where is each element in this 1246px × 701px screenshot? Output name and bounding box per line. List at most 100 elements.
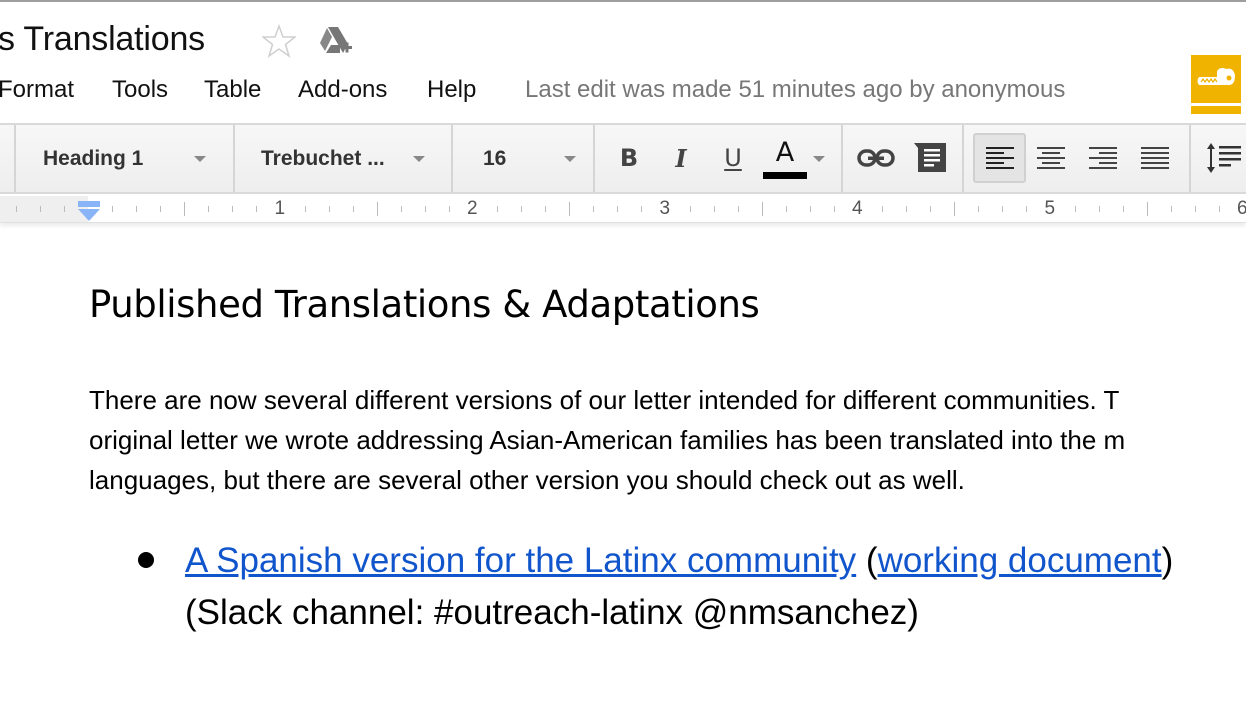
addon-icon-underline bbox=[1191, 106, 1241, 114]
line-spacing-icon bbox=[1207, 143, 1241, 173]
ruler-tick bbox=[954, 202, 956, 216]
ruler-tick bbox=[833, 206, 835, 212]
ruler-tick bbox=[809, 206, 811, 212]
align-left-button[interactable] bbox=[973, 133, 1026, 183]
ruler-tick bbox=[1026, 206, 1028, 212]
ruler-tick bbox=[39, 206, 41, 212]
ruler-tick bbox=[1218, 206, 1220, 212]
ruler-tick bbox=[689, 206, 691, 212]
first-line-indent-marker-icon[interactable] bbox=[77, 199, 101, 223]
ruler-tick bbox=[713, 206, 715, 212]
text-color-chevron-down-icon[interactable] bbox=[813, 156, 825, 162]
menu-help[interactable]: Help bbox=[427, 76, 476, 104]
last-edit-status[interactable]: Last edit was made 51 minutes ago by ano… bbox=[525, 76, 1065, 104]
ruler-tick bbox=[112, 206, 114, 212]
ruler-tick bbox=[521, 206, 523, 212]
ruler-tick bbox=[160, 206, 162, 212]
font-size-value: 16 bbox=[483, 146, 507, 170]
ruler-tick bbox=[136, 206, 138, 212]
bold-icon: B bbox=[619, 144, 639, 172]
crocodile-addon-icon[interactable] bbox=[1191, 55, 1241, 103]
ruler-tick bbox=[497, 206, 499, 212]
style-value: Heading 1 bbox=[43, 146, 144, 170]
list-item-slack-info: (Slack channel: #outreach-latinx @nmsanc… bbox=[185, 593, 919, 632]
font-dropdown[interactable]: Trebuchet ... bbox=[235, 125, 451, 192]
ruler-tick bbox=[1002, 206, 1004, 212]
list-item: A Spanish version for the Latinx communi… bbox=[185, 541, 1173, 581]
menu-format[interactable]: Format bbox=[0, 76, 74, 104]
ruler-tick bbox=[641, 206, 643, 212]
ruler-tick bbox=[1122, 206, 1124, 212]
link-icon bbox=[857, 149, 895, 167]
working-document-link[interactable]: working document bbox=[878, 541, 1162, 580]
align-justify-button[interactable] bbox=[1130, 135, 1180, 181]
ruler-tick bbox=[737, 206, 739, 212]
document-title[interactable]: s Translations bbox=[0, 20, 205, 59]
style-dropdown[interactable]: Heading 1 bbox=[16, 125, 233, 192]
ruler-label: 5 bbox=[1044, 198, 1056, 219]
add-comment-button[interactable] bbox=[905, 135, 955, 181]
font-size-dropdown[interactable]: 16 bbox=[453, 125, 593, 192]
toolbar-separator bbox=[593, 125, 595, 192]
italic-button[interactable]: I bbox=[656, 135, 706, 181]
ruler-tick bbox=[617, 206, 619, 212]
window-top-border bbox=[0, 0, 1246, 2]
move-to-drive-icon[interactable] bbox=[318, 25, 354, 57]
ruler-tick bbox=[256, 206, 258, 212]
align-right-button[interactable] bbox=[1078, 135, 1128, 181]
text-color-icon: A bbox=[775, 136, 795, 168]
ruler-tick bbox=[978, 206, 980, 212]
menu-table[interactable]: Table bbox=[204, 76, 261, 104]
toolbar-separator bbox=[962, 125, 964, 192]
paragraph-line: There are now several different versions… bbox=[89, 385, 1120, 415]
ruler-tick bbox=[63, 206, 65, 212]
spanish-version-link[interactable]: A Spanish version for the Latinx communi… bbox=[185, 541, 856, 580]
ruler-tick bbox=[761, 202, 763, 216]
document-heading[interactable]: Published Translations & Adaptations bbox=[89, 283, 760, 326]
ruler-tick bbox=[1098, 206, 1100, 212]
ruler-tick bbox=[785, 206, 787, 212]
underline-icon: U bbox=[724, 144, 742, 172]
toolbar: Heading 1 Trebuchet ... 16 B I U A bbox=[0, 123, 1246, 194]
menu-add-ons[interactable]: Add-ons bbox=[298, 76, 387, 104]
ruler-tick bbox=[1194, 206, 1196, 212]
ruler-label: 4 bbox=[852, 198, 863, 219]
text-color-swatch bbox=[763, 172, 807, 179]
line-spacing-button[interactable] bbox=[1200, 135, 1246, 181]
bold-button[interactable]: B bbox=[604, 135, 654, 181]
ruler[interactable]: 1 2 3 4 5 6 bbox=[0, 196, 1246, 223]
ruler-tick bbox=[232, 206, 234, 212]
star-icon[interactable] bbox=[262, 24, 296, 58]
paragraph-line: languages, but there are several other v… bbox=[89, 465, 965, 495]
bullet-icon bbox=[138, 552, 154, 568]
toolbar-separator bbox=[841, 125, 843, 192]
ruler-left-margin bbox=[0, 196, 88, 222]
align-justify-icon bbox=[1141, 147, 1169, 169]
ruler-label: 6 bbox=[1237, 198, 1246, 219]
align-center-button[interactable] bbox=[1026, 135, 1076, 181]
ruler-tick bbox=[448, 206, 450, 212]
font-value: Trebuchet ... bbox=[261, 146, 385, 170]
ruler-tick bbox=[882, 206, 884, 212]
underline-button[interactable]: U bbox=[708, 135, 758, 181]
ruler-tick bbox=[593, 206, 595, 212]
ruler-label: 2 bbox=[467, 198, 478, 219]
ruler-tick bbox=[328, 206, 330, 212]
ruler-tick bbox=[930, 206, 932, 212]
menu-tools[interactable]: Tools bbox=[112, 76, 168, 104]
paragraph-line: original letter we wrote addressing Asia… bbox=[89, 425, 1126, 455]
toolbar-separator bbox=[1189, 125, 1191, 192]
ruler-tick bbox=[208, 206, 210, 212]
comment-icon bbox=[914, 143, 946, 172]
chevron-down-icon bbox=[413, 156, 425, 162]
list-item-paren-open: ( bbox=[856, 541, 878, 580]
ruler-tick bbox=[400, 206, 402, 212]
chevron-down-icon bbox=[194, 156, 206, 162]
ruler-tick bbox=[15, 206, 17, 212]
ruler-tick bbox=[376, 202, 378, 216]
chevron-down-icon bbox=[564, 156, 576, 162]
ruler-tick bbox=[545, 206, 547, 212]
document-paragraph[interactable]: There are now several different versions… bbox=[89, 380, 1246, 500]
ruler-tick bbox=[1146, 202, 1148, 216]
insert-link-button[interactable] bbox=[851, 135, 901, 181]
